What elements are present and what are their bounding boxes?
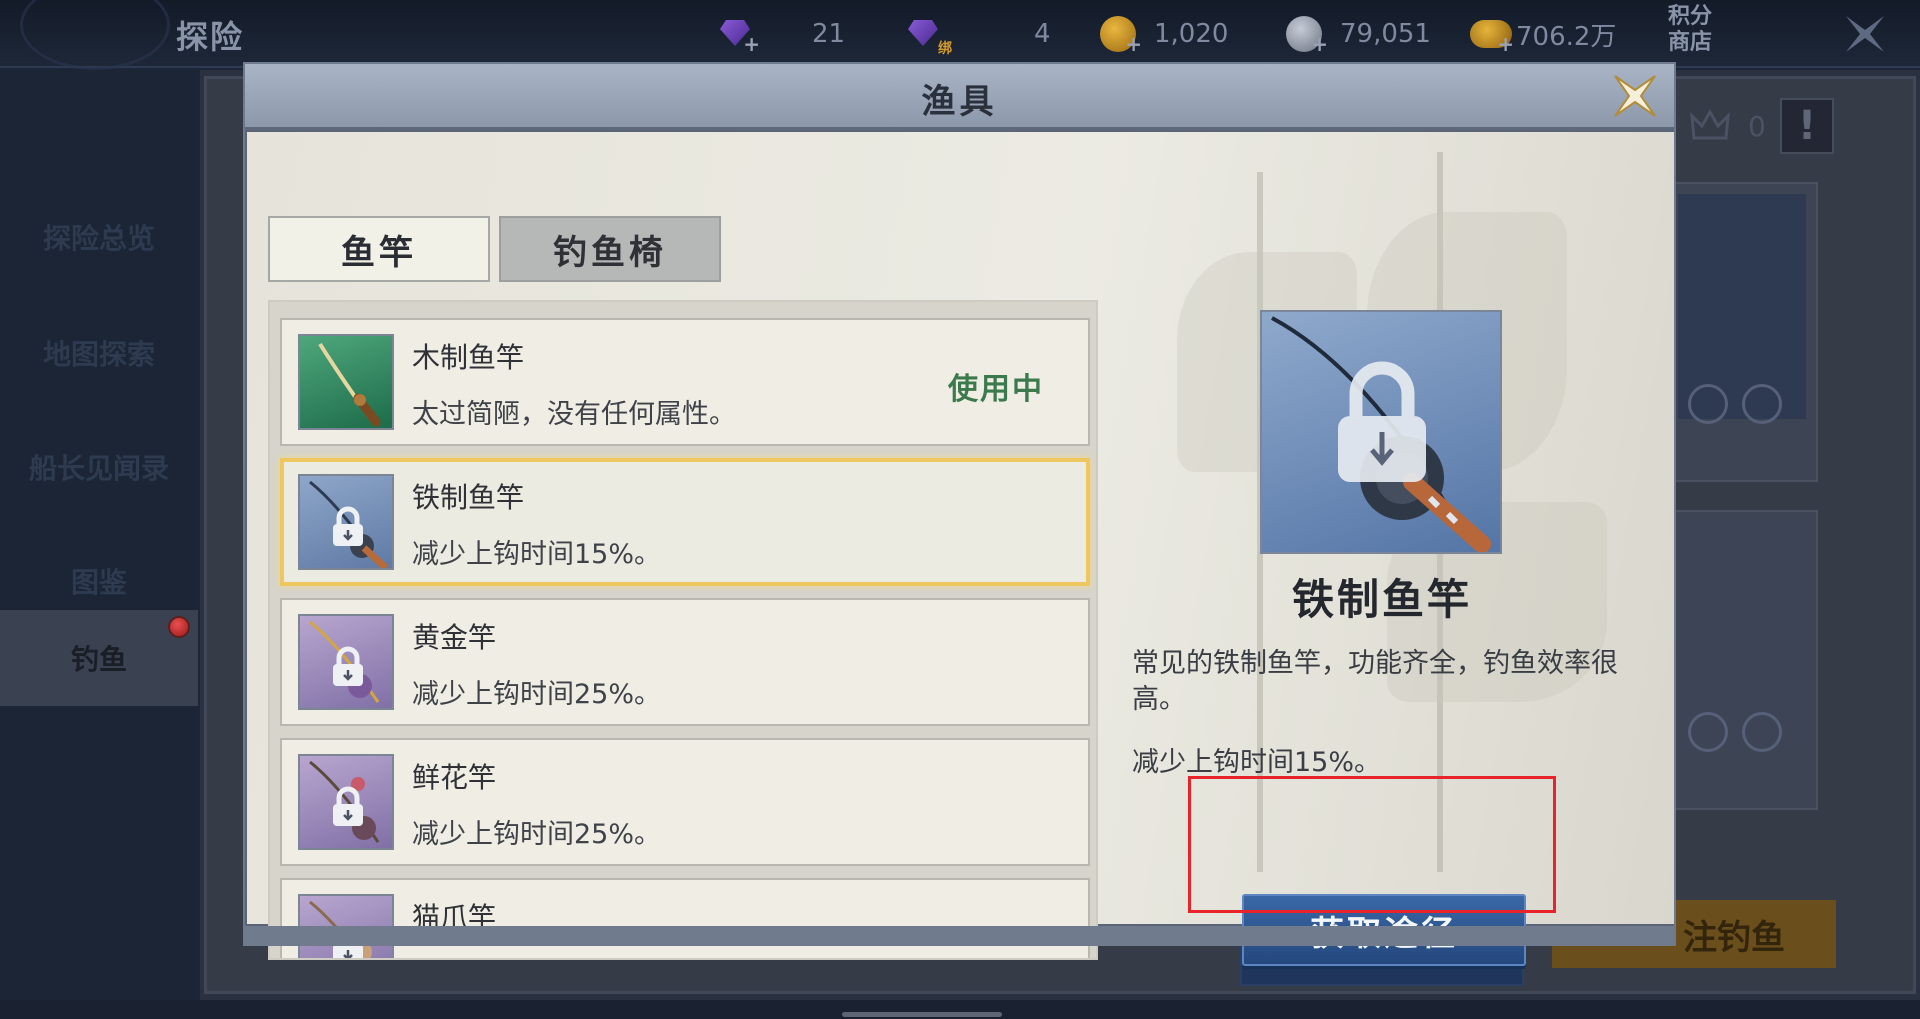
points-shop-button[interactable]: 积分 商店 bbox=[1662, 4, 1718, 62]
flower-rod-icon bbox=[298, 754, 394, 850]
bound-gem-icon: 绑 bbox=[904, 14, 952, 57]
item-description: 减少上钩时间25%。 bbox=[412, 679, 662, 710]
silver-count: 79,051 bbox=[1340, 19, 1431, 49]
diamond-resource[interactable]: + 21 bbox=[716, 14, 846, 56]
silver-coin-icon: + bbox=[1284, 14, 1328, 56]
item-description: 减少上钩时间25%。 bbox=[412, 819, 662, 850]
nav-item-map-explore[interactable]: 地图探索 bbox=[0, 314, 198, 392]
left-nav: 探险总览 地图探索 船长见闻录 图鉴 钓鱼 bbox=[0, 70, 198, 1019]
modal-header: 渔具 bbox=[245, 64, 1674, 130]
iron-rod-preview-icon bbox=[1260, 310, 1502, 554]
in-use-badge: 使用中 bbox=[948, 372, 1044, 407]
detail-effect: 减少上钩时间15%。 bbox=[1132, 747, 1382, 778]
list-item[interactable]: 猫爪竿 bbox=[280, 878, 1090, 958]
gold-stack-resource[interactable]: + 706.2万 bbox=[1470, 14, 1617, 56]
nav-item-overview[interactable]: 探险总览 bbox=[0, 198, 198, 276]
gold-coin-icon: + bbox=[1098, 14, 1142, 56]
top-bar: 探险 + 21 绑 4 + 1,020 + 79,051 + 706.2万 积分… bbox=[0, 0, 1920, 70]
list-item[interactable]: 木制鱼竿 太过简陋，没有任何属性。 使用中 bbox=[280, 318, 1090, 446]
emblem-icon bbox=[20, 0, 170, 70]
item-name: 黄金竿 bbox=[412, 621, 497, 654]
close-icon[interactable] bbox=[1842, 14, 1888, 54]
silver-resource[interactable]: + 79,051 bbox=[1284, 14, 1431, 56]
list-item[interactable]: 黄金竿 减少上钩时间25%。 bbox=[280, 598, 1090, 726]
tab-fishing-rod[interactable]: 鱼竿 bbox=[268, 216, 490, 282]
item-name: 木制鱼竿 bbox=[412, 341, 525, 374]
close-icon[interactable] bbox=[1611, 72, 1659, 120]
list-item[interactable]: 鲜花竿 减少上钩时间25%。 bbox=[280, 738, 1090, 866]
bound-diamond-resource[interactable]: 绑 4 bbox=[904, 14, 1051, 57]
lock-icon bbox=[1338, 361, 1426, 482]
crown-counter: 0 bbox=[1690, 108, 1766, 144]
warning-button[interactable]: ! bbox=[1780, 98, 1834, 154]
list-item-selected[interactable]: 铁制鱼竿 减少上钩时间15%。 bbox=[280, 458, 1090, 586]
page-title: 探险 bbox=[176, 18, 245, 56]
lock-icon bbox=[333, 786, 363, 826]
crown-icon bbox=[1690, 108, 1730, 140]
item-name: 铁制鱼竿 bbox=[412, 481, 525, 514]
detail-description: 常见的铁制鱼竿，功能齐全，钓鱼效率很高。 bbox=[1132, 648, 1618, 715]
lock-icon bbox=[333, 646, 363, 686]
modal-title: 渔具 bbox=[921, 82, 998, 122]
bg-fish-card bbox=[1666, 510, 1818, 810]
nav-item-fishing[interactable]: 钓鱼 bbox=[0, 610, 198, 706]
item-name: 鲜花竿 bbox=[412, 761, 497, 794]
gold-stack-count: 706.2万 bbox=[1516, 21, 1617, 52]
purple-gem-icon: + bbox=[716, 14, 760, 56]
gold-resource[interactable]: + 1,020 bbox=[1098, 14, 1229, 56]
bottom-bar bbox=[0, 1000, 1920, 1019]
nav-item-captain-journal[interactable]: 船长见闻录 bbox=[0, 428, 198, 506]
bg-fish-card bbox=[1666, 182, 1818, 482]
gold-count: 1,020 bbox=[1154, 19, 1229, 49]
item-description: 太过简陋，没有任何属性。 bbox=[412, 399, 736, 430]
highlight-box bbox=[1188, 776, 1556, 913]
lock-icon bbox=[333, 506, 363, 546]
item-description: 减少上钩时间15%。 bbox=[412, 539, 662, 570]
detail-title: 铁制鱼竿 bbox=[1291, 575, 1472, 624]
diamond-count: 21 bbox=[812, 19, 846, 49]
golden-rod-icon bbox=[298, 614, 394, 710]
notification-dot-icon bbox=[168, 616, 190, 638]
wooden-rod-icon bbox=[298, 334, 394, 430]
nav-item-codex[interactable]: 图鉴 bbox=[0, 542, 198, 620]
bound-diamond-count: 4 bbox=[1034, 19, 1051, 49]
gold-stack-icon: + bbox=[1470, 14, 1514, 56]
tab-fishing-chair[interactable]: 钓鱼椅 bbox=[499, 216, 721, 282]
iron-rod-icon bbox=[298, 474, 394, 570]
rod-list[interactable]: 木制鱼竿 太过简陋，没有任何属性。 使用中 铁制鱼竿 减少上钩时间15%。 黄金… bbox=[268, 300, 1098, 960]
modal-footer bbox=[245, 926, 1674, 946]
